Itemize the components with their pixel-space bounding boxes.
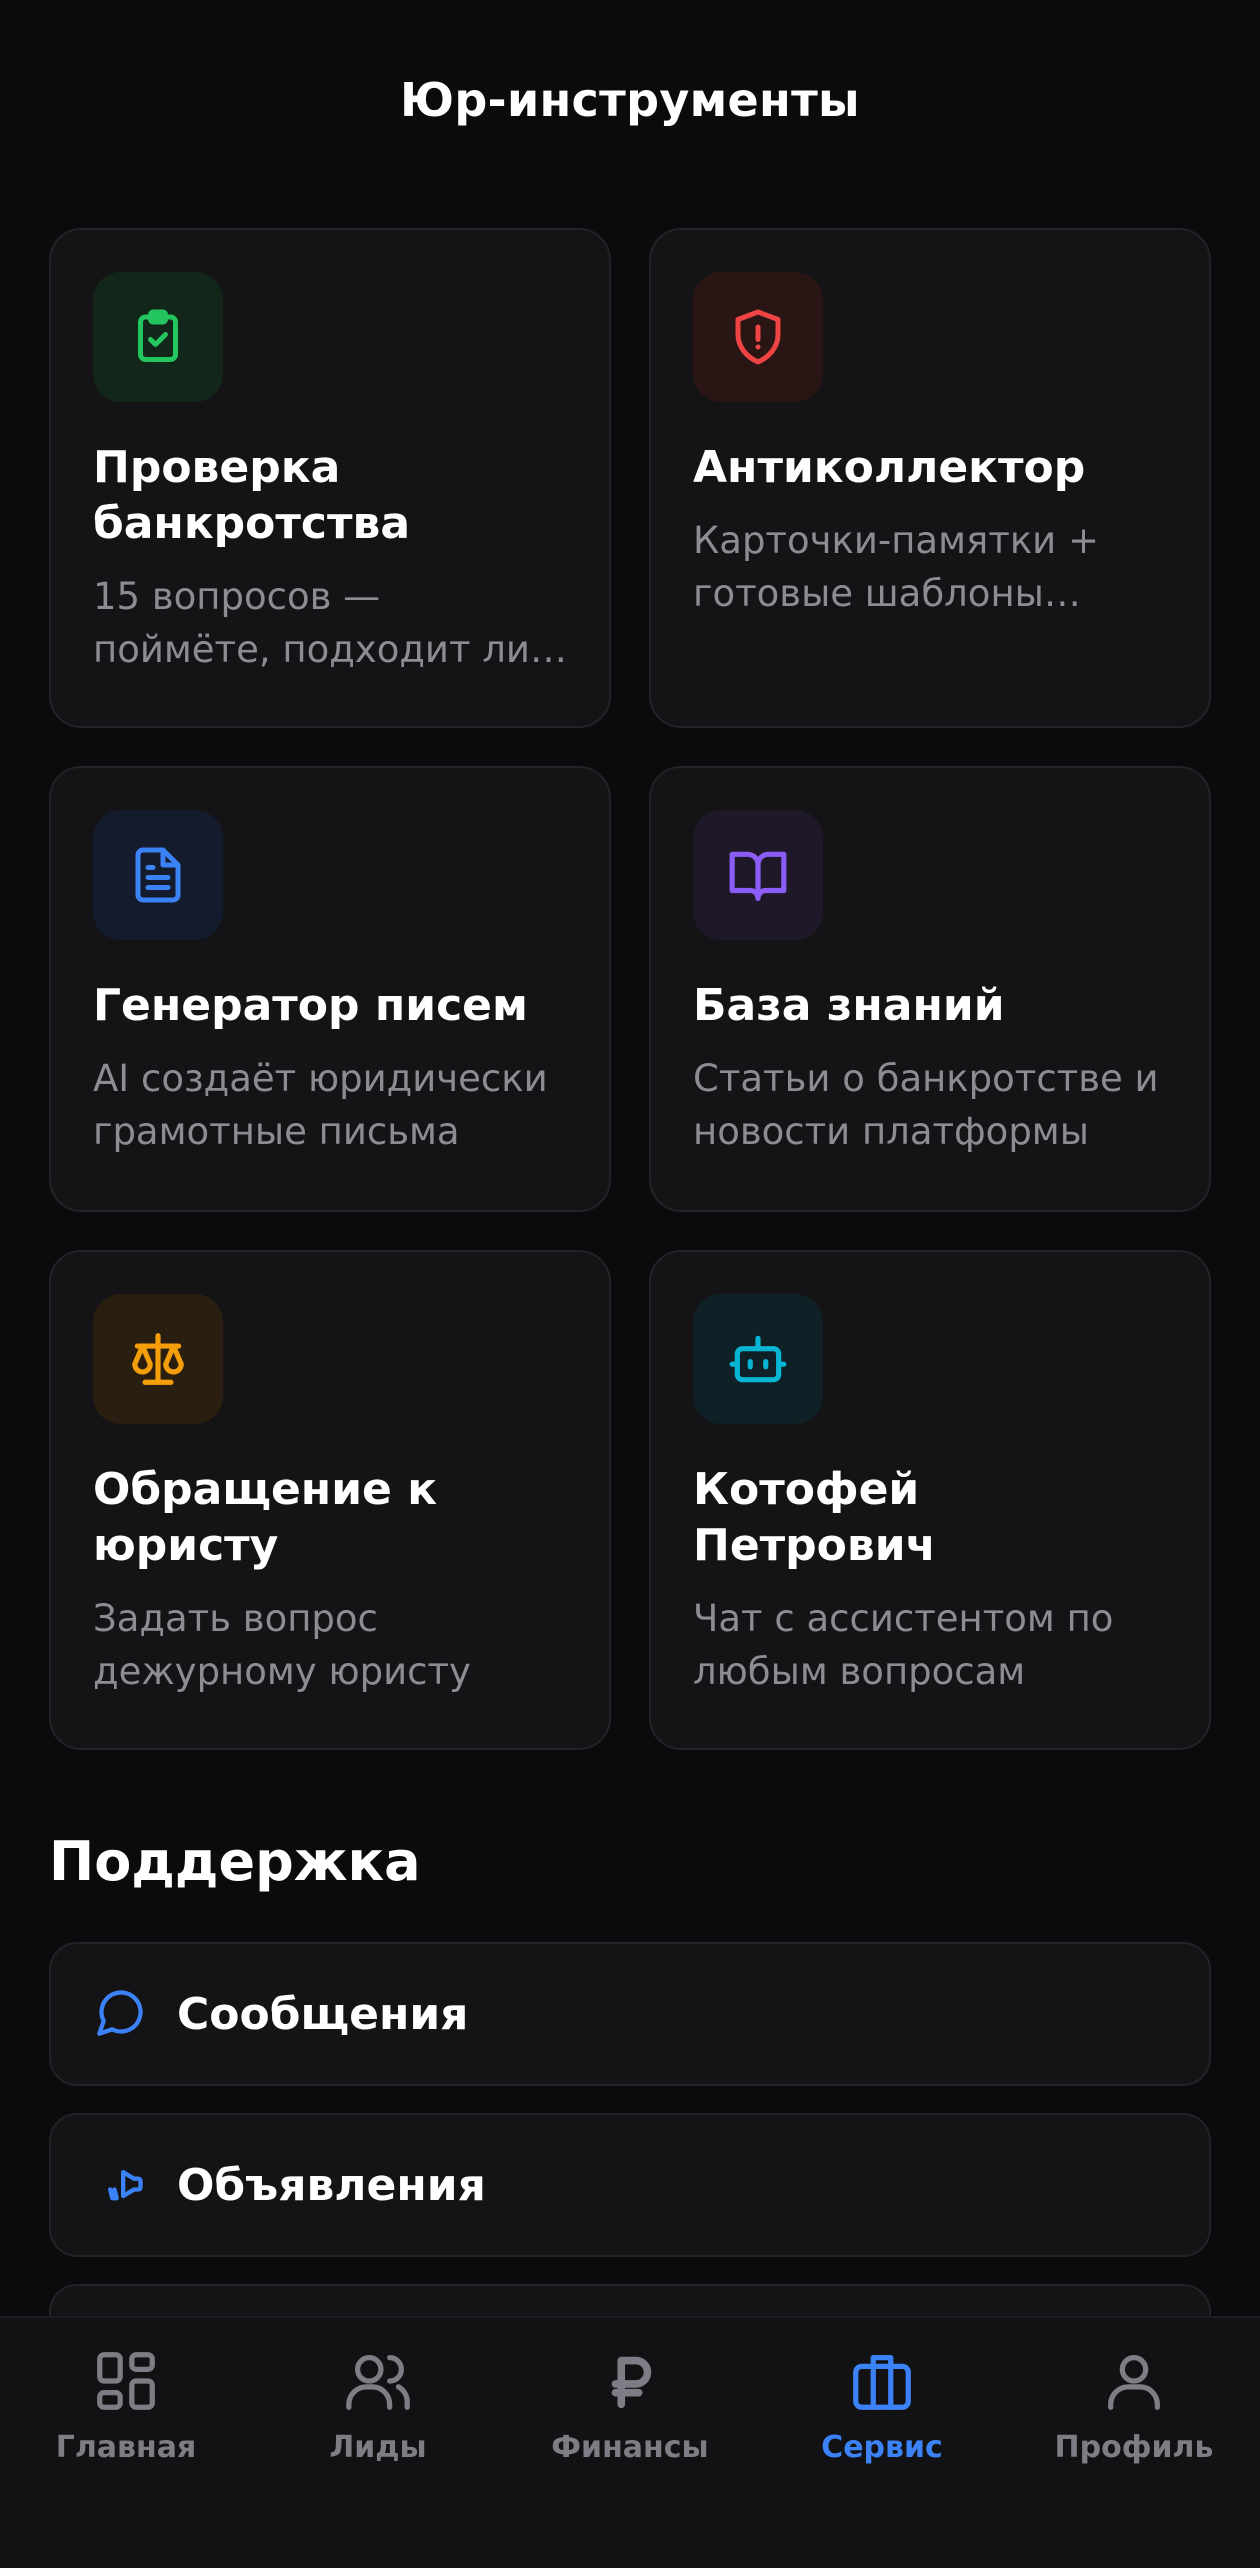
file-text-icon — [93, 810, 223, 940]
tab-profile[interactable]: Профиль — [1008, 2346, 1260, 2465]
tool-card-anticollector[interactable]: Антиколлектор Карточки-памятки + готовые… — [649, 228, 1211, 728]
tab-service[interactable]: Сервис — [756, 2346, 1008, 2465]
tool-card-knowledge-base[interactable]: База знаний Статьи о банкротстве и новос… — [649, 766, 1211, 1212]
bot-icon — [693, 1294, 823, 1424]
tool-subtitle: Задать вопрос дежурному юристу — [93, 1597, 471, 1693]
support-item-label: Объявления — [177, 2159, 486, 2211]
tab-label: Профиль — [1054, 2430, 1214, 2465]
tool-card-letter-generator[interactable]: Генератор писем AI создаёт юридически гр… — [49, 766, 611, 1212]
book-open-icon — [693, 810, 823, 940]
tab-finance[interactable]: Финансы — [504, 2346, 756, 2465]
tab-label: Лиды — [329, 2430, 427, 2465]
tool-card-assistant[interactable]: Котофей Петрович Чат с ассистентом по лю… — [649, 1250, 1211, 1750]
tab-home[interactable]: Главная — [0, 2346, 252, 2465]
support-item-messages[interactable]: Сообщения — [49, 1942, 1211, 2086]
tab-label: Главная — [55, 2430, 197, 2465]
tool-card-bankruptcy-check[interactable]: Проверка банкротства 15 вопросов — поймё… — [49, 228, 611, 728]
tool-title: Котофей Петрович — [693, 1464, 936, 1571]
scale-icon — [93, 1294, 223, 1424]
tool-subtitle: AI создаёт юридически грамотные письма — [93, 1057, 548, 1153]
tool-card-lawyer-request[interactable]: Обращение к юристу Задать вопрос дежурно… — [49, 1250, 611, 1750]
support-item-announcements[interactable]: Объявления — [49, 2113, 1211, 2257]
tab-label: Сервис — [821, 2430, 943, 2465]
megaphone-icon — [95, 2157, 147, 2213]
clipboard-check-icon — [93, 272, 223, 402]
support-section-title: Поддержка — [49, 1830, 421, 1893]
tool-subtitle: Статьи о банкротстве и новости платформы — [693, 1057, 1159, 1153]
briefcase-icon — [847, 2346, 917, 2420]
page-title: Юр-инструменты — [400, 73, 860, 127]
ruble-icon — [595, 2346, 665, 2420]
tool-title: Антиколлектор — [693, 442, 1086, 493]
shield-alert-icon — [693, 272, 823, 402]
tab-label: Финансы — [551, 2430, 709, 2465]
users-icon — [343, 2346, 413, 2420]
tab-leads[interactable]: Лиды — [252, 2346, 504, 2465]
tool-subtitle: 15 вопросов — поймёте, подходит ли вам б… — [93, 575, 530, 671]
tool-title: Генератор писем — [93, 980, 528, 1031]
support-item-label: Сообщения — [177, 1988, 469, 2040]
tool-title: Проверка банкротства — [93, 442, 411, 549]
tool-subtitle: Чат с ассистентом по любым вопросам — [693, 1597, 1114, 1693]
tool-title: Обращение к юристу — [93, 1464, 438, 1571]
message-circle-icon — [95, 1986, 147, 2042]
grid-icon — [91, 2346, 161, 2420]
user-icon — [1099, 2346, 1169, 2420]
tools-grid: Проверка банкротства 15 вопросов — поймё… — [49, 228, 1211, 1788]
tool-subtitle: Карточки-памятки + готовые шаблоны жалоб — [693, 519, 1099, 615]
bottom-tab-bar: Главная Лиды Финансы Сервис Профиль — [0, 2316, 1260, 2568]
tool-title: База знаний — [693, 980, 1005, 1031]
